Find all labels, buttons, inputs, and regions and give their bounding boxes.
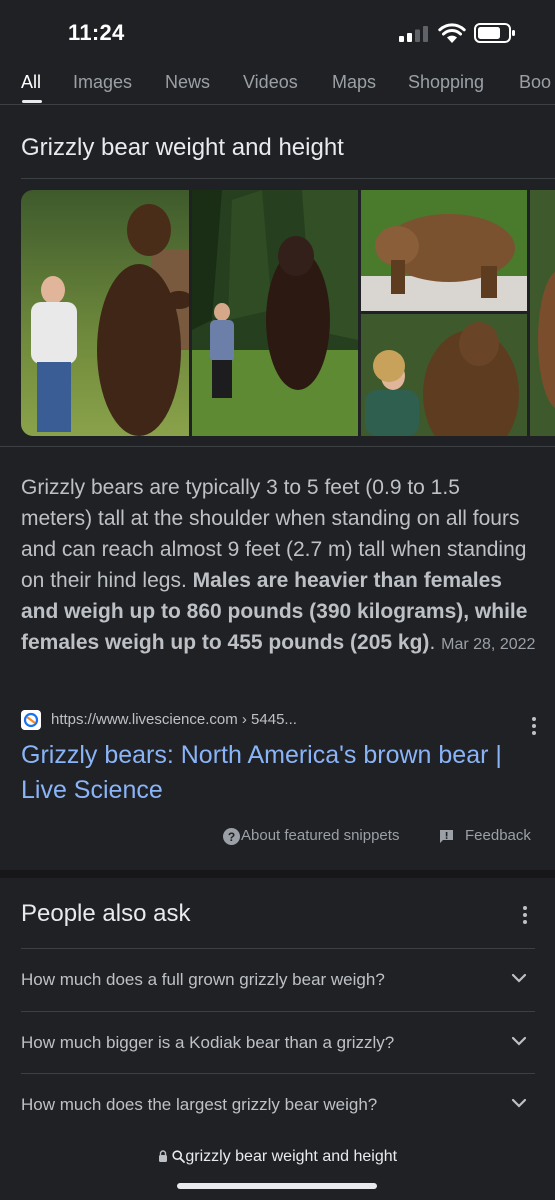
paa-more-options-icon[interactable] (523, 906, 527, 927)
result-title-link[interactable]: Grizzly bears: North America's brown bea… (21, 738, 536, 808)
bear-image-1[interactable] (21, 190, 189, 436)
tab-books[interactable]: Boo (519, 72, 551, 93)
bear-image-5-partial[interactable] (530, 190, 555, 436)
people-also-ask-heading: People also ask (21, 900, 191, 927)
wifi-icon (438, 23, 466, 43)
chevron-down-icon (511, 1098, 527, 1108)
tab-images[interactable]: Images (73, 72, 132, 93)
paa-divider (21, 948, 535, 949)
feedback-link[interactable]: Feedback (465, 827, 531, 844)
chevron-down-icon (511, 1036, 527, 1046)
snippet-date: Mar 28, 2022 (441, 636, 536, 653)
paa-question-2[interactable]: How much bigger is a Kodiak bear than a … (21, 1013, 535, 1075)
search-icon (172, 1150, 186, 1163)
featured-snippet-text: Grizzly bears are typically 3 to 5 feet … (21, 472, 536, 660)
browser-bottom-bar[interactable]: grizzly bear weight and height (0, 1133, 555, 1200)
heading-divider (21, 178, 555, 179)
address-bar[interactable]: grizzly bear weight and height (0, 1148, 555, 1166)
paa-question-3[interactable]: How much does the largest grizzly bear w… (21, 1075, 535, 1137)
svg-text:?: ? (228, 830, 235, 844)
bear-image-4[interactable] (361, 314, 527, 436)
lock-icon (158, 1150, 167, 1162)
source-url[interactable]: https://www.livescience.com › 5445... (51, 711, 297, 728)
paa-divider (21, 1073, 535, 1074)
livescience-favicon-icon (21, 710, 41, 730)
chevron-down-icon (511, 973, 527, 983)
tabs-divider (0, 104, 555, 105)
paa-divider (21, 1011, 535, 1012)
featured-snippet-heading: Grizzly bear weight and height (21, 134, 344, 161)
result-more-options-icon[interactable] (532, 717, 536, 738)
carousel-divider (0, 446, 555, 447)
paa-question-text: How much does a full grown grizzly bear … (21, 970, 385, 989)
section-separator (0, 870, 555, 878)
source-row: https://www.livescience.com › 5445... (21, 709, 536, 735)
search-tabs: All Images News Videos Maps Shopping Boo (0, 64, 555, 104)
help-icon: ? (223, 828, 240, 845)
tab-news[interactable]: News (165, 72, 210, 93)
paa-question-text: How much does the largest grizzly bear w… (21, 1095, 378, 1114)
tab-all[interactable]: All (21, 72, 41, 93)
status-bar: 11:24 (0, 0, 555, 64)
bear-image-2[interactable] (192, 190, 358, 436)
tab-maps[interactable]: Maps (332, 72, 376, 93)
bear-image-3[interactable] (361, 190, 527, 311)
home-indicator[interactable] (177, 1183, 377, 1189)
paa-question-1[interactable]: How much does a full grown grizzly bear … (21, 950, 535, 1012)
battery-icon (474, 23, 515, 43)
paa-question-text: How much bigger is a Kodiak bear than a … (21, 1033, 395, 1052)
snippet-end-text: . (429, 631, 436, 654)
address-bar-query: grizzly bear weight and height (185, 1148, 398, 1165)
cellular-signal-icon (399, 26, 428, 42)
about-featured-snippets-link[interactable]: About featured snippets (241, 827, 399, 844)
active-tab-indicator (22, 100, 42, 103)
feedback-icon (440, 830, 453, 843)
tab-shopping[interactable]: Shopping (408, 72, 484, 93)
status-time: 11:24 (68, 20, 125, 45)
image-carousel[interactable] (21, 190, 555, 436)
tab-videos[interactable]: Videos (243, 72, 298, 93)
